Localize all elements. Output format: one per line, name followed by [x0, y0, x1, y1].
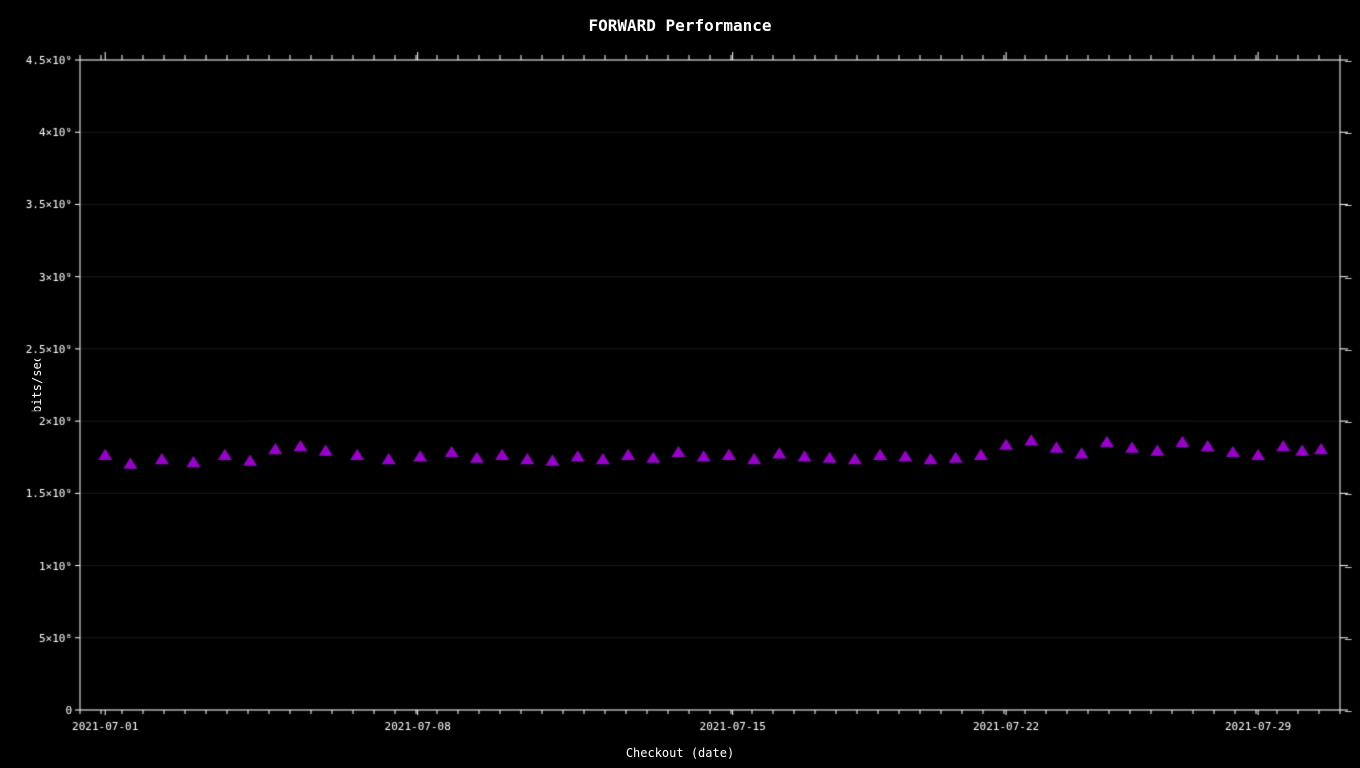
chart-container: FORWARD Performance bits/sec Checkout (d…: [0, 0, 1360, 768]
chart-canvas: [0, 0, 1360, 768]
